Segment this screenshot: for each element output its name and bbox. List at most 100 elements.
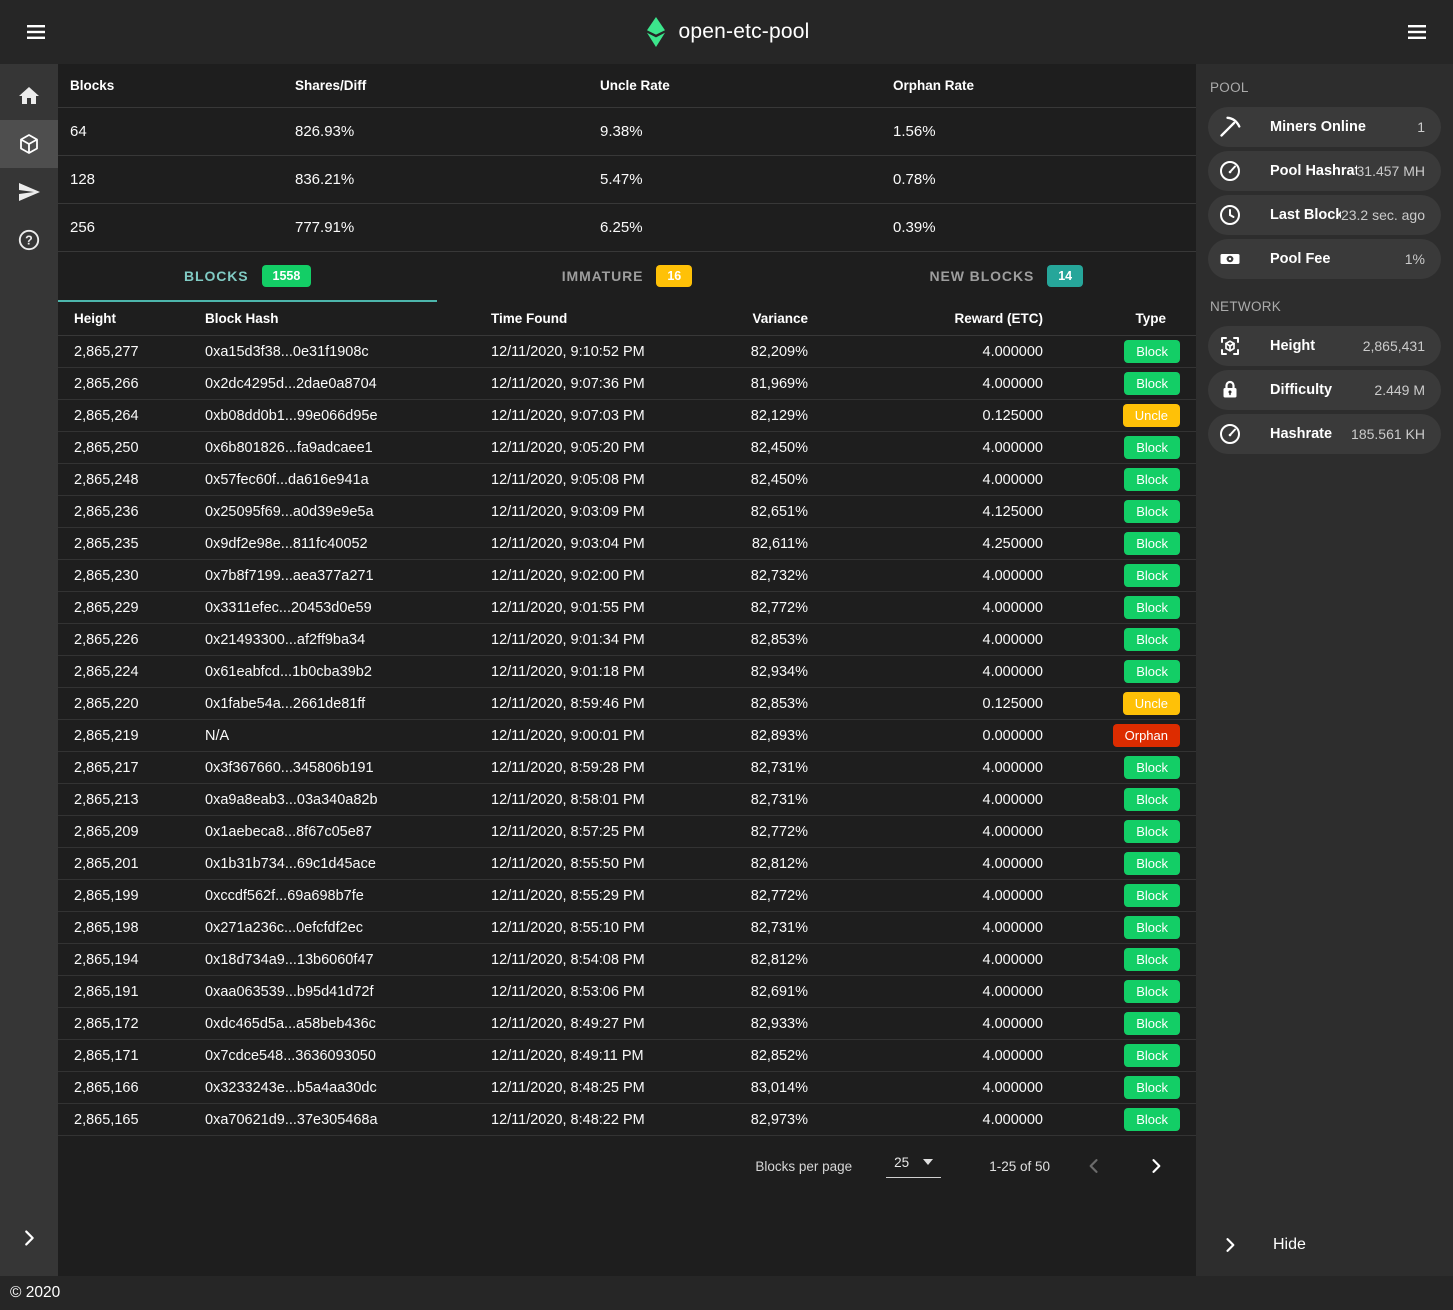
variance-cell: 82,731% [701, 792, 808, 808]
type-cell: Block [1043, 1108, 1180, 1131]
time-found-cell: 12/11/2020, 8:49:27 PM [491, 1016, 701, 1032]
table-row: 2,865,194 0x18d734a9...13b6060f47 12/11/… [58, 944, 1196, 976]
type-cell: Block [1043, 916, 1180, 939]
nav-item-payments[interactable] [0, 168, 58, 216]
col-reward: Reward (ETC) [808, 311, 1043, 326]
stats-blocks-value: 256 [70, 219, 295, 236]
table-row: 2,865,250 0x6b801826...fa9adcaee1 12/11/… [58, 432, 1196, 464]
variance-cell: 82,772% [701, 824, 808, 840]
reward-cell: 4.000000 [808, 760, 1043, 776]
prev-page-button[interactable] [1076, 1148, 1112, 1184]
time-found-cell: 12/11/2020, 8:55:10 PM [491, 920, 701, 936]
type-cell: Block [1043, 596, 1180, 619]
variance-cell: 82,651% [701, 504, 808, 520]
table-row: 2,865,224 0x61eabfcd...1b0cba39b2 12/11/… [58, 656, 1196, 688]
tab-label: IMMATURE [562, 268, 644, 284]
reward-cell: 0.125000 [808, 408, 1043, 424]
variance-cell: 82,611% [701, 536, 808, 552]
nav-item-help[interactable]: ? [0, 216, 58, 264]
type-cell: Block [1043, 1012, 1180, 1035]
type-badge: Block [1124, 980, 1180, 1003]
gauge-icon [1218, 159, 1242, 183]
block-hash-cell: 0x3311efec...20453d0e59 [205, 600, 491, 616]
time-found-cell: 12/11/2020, 9:01:18 PM [491, 664, 701, 680]
table-row: 2,865,226 0x21493300...af2ff9ba34 12/11/… [58, 624, 1196, 656]
rail-expand-button[interactable] [0, 1214, 58, 1262]
table-row: 2,865,165 0xa70621d9...37e305468a 12/11/… [58, 1104, 1196, 1136]
time-found-cell: 12/11/2020, 8:55:50 PM [491, 856, 701, 872]
reward-cell: 4.000000 [808, 664, 1043, 680]
caret-down-icon [923, 1159, 933, 1165]
block-hash-cell: 0x271a236c...0efcfdf2ec [205, 920, 491, 936]
tab-blocks[interactable]: BLOCKS 1558 [58, 252, 437, 302]
block-height-cell: 2,865,229 [74, 600, 205, 616]
variance-cell: 82,209% [701, 344, 808, 360]
stats-shares-value: 777.91% [295, 219, 600, 236]
type-badge: Block [1124, 436, 1180, 459]
tab-new-blocks[interactable]: NEW BLOCKS 14 [817, 252, 1196, 302]
stats-shares-value: 826.93% [295, 123, 600, 140]
reward-cell: 4.000000 [808, 376, 1043, 392]
block-height-cell: 2,865,165 [74, 1112, 205, 1128]
network-item-label: Difficulty [1270, 382, 1332, 398]
stats-row: 64 826.93% 9.38% 1.56% [58, 108, 1196, 156]
type-cell: Block [1043, 852, 1180, 875]
tab-count-badge: 1558 [262, 265, 312, 287]
next-page-button[interactable] [1138, 1148, 1174, 1184]
block-height-cell: 2,865,248 [74, 472, 205, 488]
brand: open-etc-pool [643, 17, 809, 47]
pool-miners-online-item: Miners Online 1 [1208, 107, 1441, 147]
variance-cell: 82,853% [701, 696, 808, 712]
time-found-cell: 12/11/2020, 9:05:08 PM [491, 472, 701, 488]
send-icon [17, 180, 41, 204]
type-cell: Block [1043, 340, 1180, 363]
left-nav-rail: ? [0, 64, 58, 1276]
time-found-cell: 12/11/2020, 8:58:01 PM [491, 792, 701, 808]
block-height-cell: 2,865,201 [74, 856, 205, 872]
variance-cell: 82,772% [701, 600, 808, 616]
reward-cell: 4.000000 [808, 920, 1043, 936]
chevron-left-icon [1084, 1156, 1104, 1176]
hide-panel-button[interactable]: Hide [1196, 1214, 1453, 1276]
block-height-cell: 2,865,209 [74, 824, 205, 840]
menu-button-left[interactable] [16, 12, 56, 52]
type-badge: Block [1124, 916, 1180, 939]
block-hash-cell: 0x21493300...af2ff9ba34 [205, 632, 491, 648]
reward-cell: 4.000000 [808, 472, 1043, 488]
gauge-icon [1218, 422, 1242, 446]
tab-immature[interactable]: IMMATURE 16 [437, 252, 816, 302]
page-body: ? Blocks Shares/Diff Uncle Rate Orphan R… [0, 64, 1453, 1276]
network-hashrate-item: Hashrate 185.561 KH [1208, 414, 1441, 454]
nav-item-home[interactable] [0, 72, 58, 120]
table-row: 2,865,230 0x7b8f7199...aea377a271 12/11/… [58, 560, 1196, 592]
block-height-cell: 2,865,226 [74, 632, 205, 648]
variance-cell: 81,969% [701, 376, 808, 392]
pool-section-title: POOL [1196, 64, 1453, 107]
block-hash-cell: 0x3233243e...b5a4aa30dc [205, 1080, 491, 1096]
tab-label: NEW BLOCKS [930, 268, 1035, 284]
type-cell: Block [1043, 500, 1180, 523]
tab-count-badge: 16 [656, 265, 692, 287]
block-hash-cell: 0x61eabfcd...1b0cba39b2 [205, 664, 491, 680]
stats-col-shares: Shares/Diff [295, 78, 600, 93]
stats-col-blocks: Blocks [70, 78, 295, 93]
table-row: 2,865,209 0x1aebeca8...8f67c05e87 12/11/… [58, 816, 1196, 848]
banknote-icon [1218, 247, 1242, 271]
block-height-cell: 2,865,266 [74, 376, 205, 392]
block-hash-cell: 0xccdf562f...69a698b7fe [205, 888, 491, 904]
block-hash-cell: 0x1b31b734...69c1d45ace [205, 856, 491, 872]
time-found-cell: 12/11/2020, 8:55:29 PM [491, 888, 701, 904]
block-hash-cell: 0x1aebeca8...8f67c05e87 [205, 824, 491, 840]
reward-cell: 4.000000 [808, 632, 1043, 648]
nav-item-blocks[interactable] [0, 120, 58, 168]
menu-button-right[interactable] [1397, 12, 1437, 52]
stats-orphan-value: 1.56% [893, 123, 1184, 140]
reward-cell: 4.250000 [808, 536, 1043, 552]
time-found-cell: 12/11/2020, 9:01:34 PM [491, 632, 701, 648]
table-row: 2,865,236 0x25095f69...a0d39e9e5a 12/11/… [58, 496, 1196, 528]
type-badge: Block [1124, 340, 1180, 363]
type-badge: Block [1124, 756, 1180, 779]
type-cell: Block [1043, 468, 1180, 491]
block-hash-cell: N/A [205, 728, 491, 744]
per-page-select[interactable]: 25 [886, 1155, 941, 1178]
